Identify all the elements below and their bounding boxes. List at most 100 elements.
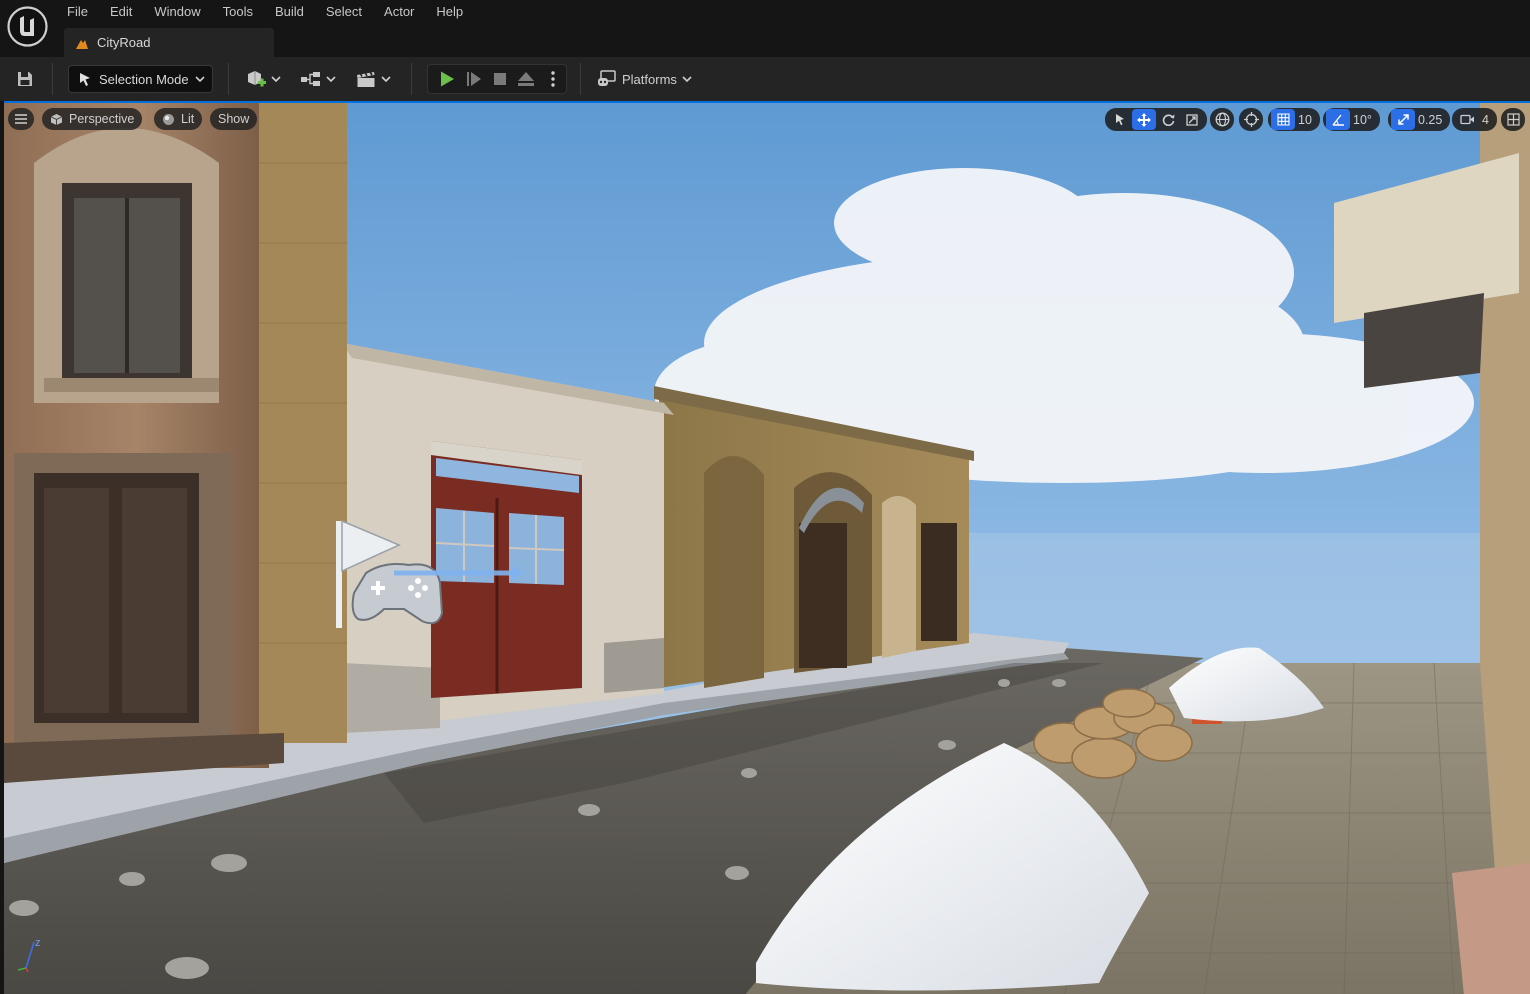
save-icon [18,72,32,86]
rotate-tool-button[interactable] [1156,109,1180,130]
play-button[interactable] [434,65,460,93]
surface-snap-button[interactable] [1239,108,1263,131]
rotate-icon [1162,114,1174,126]
select-tool-button[interactable] [1108,109,1132,130]
facade-base [342,663,440,733]
scale-snap-value[interactable]: 0.25 [1415,113,1447,127]
chevron-down-icon [271,76,281,83]
viewport-options-button[interactable] [8,108,34,130]
brick-pillar [259,103,347,743]
carved-wooden-door [14,453,234,743]
red-double-door [431,441,582,698]
coordinate-space-button[interactable] [1210,108,1234,131]
play-controls [427,64,567,94]
translate-icon [1137,112,1151,127]
unreal-logo-icon[interactable] [7,6,48,47]
selection-mode-dropdown[interactable]: Selection Mode [68,65,213,93]
select-icon [1116,114,1124,126]
toolbar-divider [580,63,581,95]
grid-snap-icon [1276,113,1290,126]
ornate-window [34,128,219,403]
rotation-snap-group[interactable]: 10° [1323,108,1380,131]
platforms-label: Platforms [622,71,677,87]
menu-select[interactable]: Select [315,0,373,24]
tab-label: CityRoad [97,35,151,50]
lit-sphere-icon [163,113,174,125]
camera-speed-button[interactable] [1455,109,1479,130]
more-options-icon [551,71,555,87]
advance-frame-button[interactable] [460,65,486,93]
chevron-down-icon [682,76,692,83]
camera-speed-value[interactable]: 4 [1479,113,1494,127]
view-mode-dropdown[interactable]: Lit [154,108,203,130]
level-icon [76,39,88,49]
advance-frame-icon [466,72,481,86]
cinematics-icon [357,71,375,87]
grid-snap-toggle[interactable] [1271,109,1295,130]
menu-help[interactable]: Help [425,0,474,24]
add-actor-button[interactable] [245,65,281,93]
menu-window[interactable]: Window [143,0,211,24]
save-button[interactable] [12,67,38,91]
perspective-dropdown[interactable]: Perspective [42,108,143,130]
menu-file[interactable]: File [56,0,99,24]
menu-actor[interactable]: Actor [373,0,425,24]
menu-build[interactable]: Build [264,0,315,24]
toolbar-divider [228,63,229,95]
hamburger-icon [15,114,27,124]
cinematics-button[interactable] [355,65,391,93]
stop-button[interactable] [487,65,513,93]
toolbar-divider [411,63,412,95]
viewport-layout-button[interactable] [1501,108,1525,131]
title-bar: File Edit Window Tools Build Select Acto… [0,0,1530,57]
scale-snap-icon [1397,114,1409,125]
grid-snap-value[interactable]: 10 [1295,113,1317,127]
viewport-scene[interactable] [4,103,1530,994]
platforms-dropdown[interactable]: Platforms [597,65,692,93]
eject-icon [518,72,535,86]
viewport-layout-icon [1506,113,1520,126]
camera-icon [1459,114,1474,125]
play-icon [441,71,455,87]
right-ledge [1452,863,1530,994]
select-mode-icon [80,73,90,86]
chevron-down-icon [326,76,336,83]
stop-icon [494,73,507,85]
selection-mode-label: Selection Mode [99,71,189,87]
facade-base-right [604,638,664,693]
main-toolbar: Selection Mode Platforms [0,57,1530,101]
toolbar-divider [52,63,53,95]
eject-button[interactable] [513,65,539,93]
rotation-snap-value[interactable]: 10° [1350,113,1377,127]
axis-z-label: z [35,937,41,949]
scale-icon [1186,113,1198,126]
menu-bar: File Edit Window Tools Build Select Acto… [56,0,474,24]
scale-tool-button[interactable] [1180,109,1204,130]
tab-cityroad[interactable]: CityRoad [64,28,274,57]
perspective-label: Perspective [69,112,135,126]
menu-edit[interactable]: Edit [99,0,143,24]
scale-snap-toggle[interactable] [1391,109,1415,130]
play-options-button[interactable] [540,65,566,93]
show-flags-dropdown[interactable]: Show [210,108,258,130]
platforms-icon [598,70,616,86]
axis-gizmo: z [16,936,50,976]
show-label: Show [218,112,250,126]
add-actor-icon [248,71,266,87]
grid-snap-group[interactable]: 10 [1268,108,1320,131]
rotation-snap-toggle[interactable] [1326,109,1350,130]
blueprints-button[interactable] [300,65,336,93]
angle-snap-icon [1331,114,1344,126]
translate-tool-button[interactable] [1132,109,1156,130]
chevron-down-icon [381,76,391,83]
menu-tools[interactable]: Tools [212,0,264,24]
chevron-down-icon [195,76,205,83]
surface-snap-icon [1243,112,1259,127]
level-viewport[interactable]: Perspective Lit Show 10 10° 0.25 4 z [4,101,1530,994]
perspective-cube-icon [50,113,63,125]
camera-speed-group[interactable]: 4 [1452,108,1497,131]
lit-label: Lit [181,112,195,126]
transform-tools-group [1105,108,1207,131]
scale-snap-group[interactable]: 0.25 [1388,108,1451,131]
world-space-icon [1215,112,1229,127]
